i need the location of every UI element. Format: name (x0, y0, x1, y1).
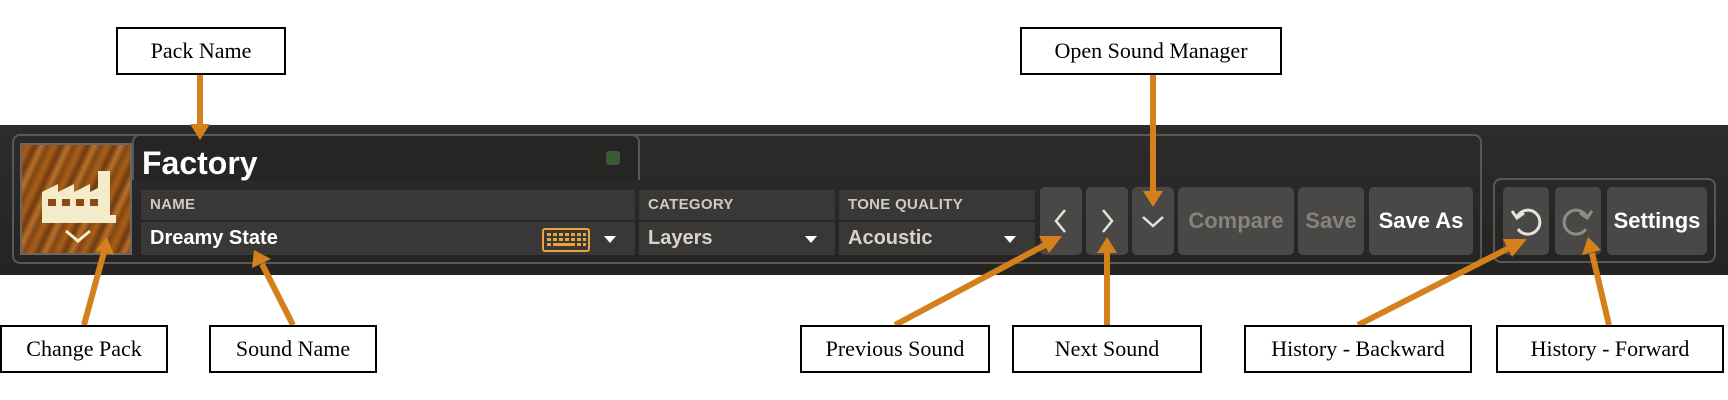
callout-sound-name: Sound Name (209, 325, 377, 373)
callout-history-forward: History - Forward (1496, 325, 1724, 373)
callout-history-backward: History - Backward (1244, 325, 1472, 373)
callout-open-sound-manager: Open Sound Manager (1020, 27, 1282, 75)
callout-change-pack: Change Pack (0, 325, 168, 373)
callout-previous-sound: Previous Sound (800, 325, 990, 373)
callout-next-sound: Next Sound (1012, 325, 1202, 373)
callout-pack-name: Pack Name (116, 27, 286, 75)
